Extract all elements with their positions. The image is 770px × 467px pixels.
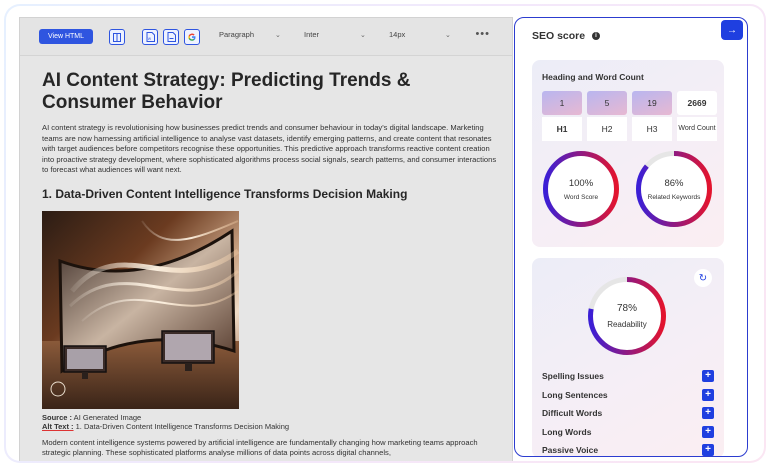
intro-paragraph: AI content strategy is revolutionising h… — [42, 123, 497, 174]
related-keywords-ring — [636, 151, 712, 227]
refresh-icon[interactable]: ↻ — [694, 269, 712, 287]
heading-word-count-card: Heading and Word Count 1 H1 5 H2 19 H3 2… — [532, 60, 724, 247]
word-score-gauge: 100% Word Score — [542, 150, 620, 228]
chevron-down-icon: ⌄ — [360, 31, 366, 39]
related-keywords-value: 86% — [664, 178, 684, 189]
related-keywords-gauge: 86% Related Keywords — [635, 150, 713, 228]
issues-list: Spelling Issues + Long Sentences + Diffi… — [542, 367, 714, 456]
issue-label: Long Words — [542, 426, 592, 437]
panel-icon[interactable] — [109, 29, 125, 45]
svg-text:W: W — [147, 37, 151, 41]
editor-pane: View HTML W Paragraph ⌄ Inter ⌄ 14px ⌄ •… — [19, 17, 513, 461]
heading-counts: 1 H1 5 H2 19 H3 2669 Word Count — [542, 91, 717, 141]
heading-card-title: Heading and Word Count — [542, 72, 644, 82]
issue-long-words: Long Words + — [542, 423, 714, 442]
body-paragraph: Modern content intelligence systems powe… — [42, 437, 478, 458]
paragraph-style-select[interactable]: Paragraph ⌄ — [219, 30, 281, 39]
issue-label: Long Sentences — [542, 389, 608, 400]
alt-text-value: 1. Data-Driven Content Intelligence Tran… — [73, 422, 290, 431]
chevron-down-icon: ⌄ — [275, 31, 281, 39]
readability-ring — [588, 277, 666, 355]
word-count-value: 2669 — [677, 91, 717, 115]
font-family-value: Inter — [304, 30, 320, 39]
alt-text-label: Alt Text : — [42, 422, 74, 431]
font-family-select[interactable]: Inter ⌄ — [304, 30, 366, 39]
seo-score-title: SEO score — [532, 30, 586, 42]
article-title: AI Content Strategy: Predicting Trends &… — [42, 70, 411, 113]
docx-file-icon[interactable]: W — [142, 29, 158, 45]
h3-count-label: H3 — [632, 117, 672, 141]
word-score-ring — [543, 151, 619, 227]
readability-gauge: 78% Readability — [587, 276, 667, 356]
word-count-label: Word Count — [677, 117, 717, 141]
h2-count-value: 5 — [587, 91, 627, 115]
issue-long-sentences: Long Sentences + — [542, 386, 714, 405]
google-docs-icon[interactable] — [184, 29, 200, 45]
word-score-label: Word Score — [563, 194, 599, 201]
source-label: Source : — [42, 412, 73, 422]
issue-passive-voice: Passive Voice + — [542, 441, 714, 456]
issue-label: Spelling Issues — [542, 371, 604, 382]
info-icon[interactable]: i — [592, 32, 600, 40]
expand-plus-icon[interactable]: + — [702, 425, 714, 438]
view-html-button[interactable]: View HTML — [39, 29, 93, 44]
issue-label: Passive Voice — [542, 445, 599, 456]
editor-toolbar: View HTML W Paragraph ⌄ Inter ⌄ 14px ⌄ •… — [20, 18, 512, 56]
document-content[interactable]: AI Content Strategy: Predicting Trends &… — [42, 70, 504, 459]
issue-difficult-words: Difficult Words + — [542, 404, 714, 423]
h2-count: 5 H2 — [587, 91, 627, 141]
h3-count: 19 H3 — [632, 91, 672, 141]
download-file-icon[interactable] — [163, 29, 179, 45]
collapse-panel-button[interactable]: → — [721, 20, 743, 40]
app-window: View HTML W Paragraph ⌄ Inter ⌄ 14px ⌄ •… — [6, 6, 764, 461]
image-alt-text: Alt Text : 1. Data-Driven Content Intell… — [42, 422, 504, 432]
section-heading: 1. Data-Driven Content Intelligence Tran… — [42, 186, 408, 201]
word-score-value: 100% — [568, 178, 594, 189]
expand-plus-icon[interactable]: + — [702, 388, 714, 401]
chevron-down-icon: ⌄ — [445, 31, 451, 39]
h1-count-value: 1 — [542, 91, 582, 115]
h1-count: 1 H1 — [542, 91, 582, 141]
expand-plus-icon[interactable]: + — [702, 370, 714, 383]
font-size-select[interactable]: 14px ⌄ — [389, 30, 451, 39]
h2-count-label: H2 — [587, 117, 627, 141]
related-keywords-label: Related Keywords — [647, 194, 701, 201]
issue-spelling: Spelling Issues + — [542, 367, 714, 386]
more-options-icon[interactable]: ••• — [475, 28, 490, 40]
paragraph-style-value: Paragraph — [219, 30, 255, 39]
seo-panel: SEO score i → Heading and Word Count 1 H… — [514, 17, 748, 457]
word-count: 2669 Word Count — [677, 91, 717, 141]
monitors-illustration — [42, 219, 239, 409]
h3-count-value: 19 — [632, 91, 672, 115]
font-size-value: 14px — [389, 30, 406, 39]
app-frame: View HTML W Paragraph ⌄ Inter ⌄ 14px ⌄ •… — [4, 4, 766, 463]
expand-plus-icon[interactable]: + — [702, 407, 714, 420]
h1-count-label: H1 — [542, 117, 582, 141]
article-image[interactable] — [42, 210, 239, 409]
readability-value: 78% — [616, 303, 637, 314]
expand-plus-icon[interactable]: + — [702, 444, 714, 456]
issue-label: Difficult Words — [542, 408, 603, 419]
readability-label: Readability — [607, 320, 647, 329]
readability-card: ↻ 78% Readability Spelling Issues + Long… — [532, 258, 724, 456]
image-source: Source : AI Generated Image — [42, 413, 504, 423]
source-value: AI Generated Image — [72, 412, 142, 422]
